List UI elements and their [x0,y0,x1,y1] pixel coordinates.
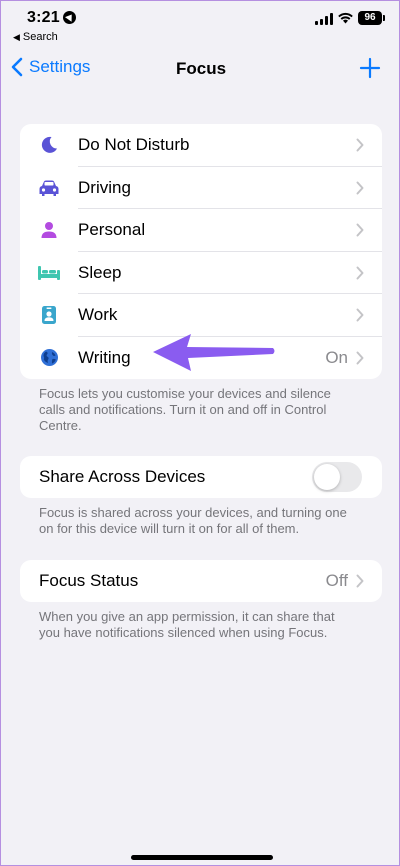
car-icon [20,179,78,197]
page-title: Focus [175,59,227,78]
share-across-devices-label: Share Across Devices [39,467,206,486]
back-triangle-icon: ◀ [13,32,20,42]
share-across-devices-footer: Focus is shared across your devices, and… [39,505,347,536]
status-time: 3:21 [27,9,60,26]
focus-status-value: Off [325,571,348,590]
focus-status-group: Focus Status Off [20,560,382,602]
chevron-right-icon [356,308,364,322]
focus-mode-label: Driving [78,177,131,197]
navigation-bar: Settings Focus [1,51,400,87]
back-to-app-link[interactable]: ◀ Search [13,31,58,43]
globe-icon [20,348,78,367]
focus-status-row[interactable]: Focus Status Off [20,560,382,602]
focus-mode-label: Personal [78,220,146,240]
focus-mode-label: Sleep [78,262,122,282]
status-bar: 3:21 ◀ Search 96 [1,1,400,45]
chevron-right-icon [356,138,364,152]
plus-icon [359,57,381,79]
focus-mode-sleep[interactable]: Sleep [20,252,382,294]
focus-mode-label: Work [78,305,118,325]
share-across-devices-group: Share Across Devices [20,456,382,498]
share-across-devices-row: Share Across Devices [20,456,382,498]
focus-mode-status-value: On [325,347,348,367]
bed-icon [20,265,78,281]
cellular-signal-icon [315,13,333,25]
focus-mode-do-not-disturb[interactable]: Do Not Disturb [20,124,382,167]
chevron-right-icon [356,181,364,195]
focus-mode-label: Do Not Disturb [78,135,190,155]
chevron-right-icon [356,351,364,365]
id-badge-icon [20,305,78,325]
back-app-label: Search [22,31,58,43]
focus-status-label: Focus Status [39,571,139,590]
focus-mode-driving[interactable]: Driving [20,167,382,209]
chevron-right-icon [356,266,364,280]
share-across-devices-toggle[interactable] [312,462,362,492]
chevron-right-icon [356,223,364,237]
annotation-arrow-icon [153,334,275,371]
home-indicator[interactable] [131,855,273,860]
add-focus-button[interactable] [359,57,381,84]
moon-icon [20,135,78,155]
person-icon [20,221,78,239]
focus-mode-personal[interactable]: Personal [20,209,382,252]
battery-icon: 96 [358,11,385,25]
focus-modes-footer: Focus lets you customise your devices an… [39,386,331,433]
chevron-right-icon [356,574,364,588]
location-icon [63,11,76,24]
toggle-knob [314,464,340,490]
focus-status-footer: When you give an app permission, it can … [39,609,335,640]
wifi-icon [338,12,353,24]
